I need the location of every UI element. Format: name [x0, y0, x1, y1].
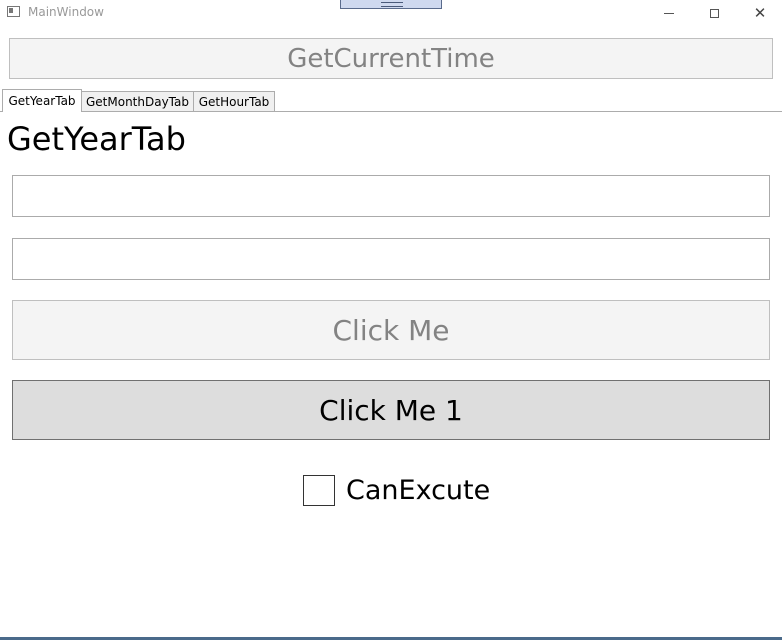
can-execute-label[interactable]: CanExcute [346, 475, 490, 506]
minimize-icon [664, 12, 674, 14]
click-me-1-button[interactable]: Click Me 1 [12, 380, 770, 440]
close-icon: ✕ [753, 4, 767, 22]
tab-strip: GetYearTab GetMonthDayTab GetHourTab [0, 89, 782, 112]
can-execute-checkbox[interactable] [303, 474, 335, 506]
maximize-icon [709, 8, 719, 18]
window-title: MainWindow [28, 5, 104, 19]
maximize-button[interactable] [691, 0, 737, 26]
tab-content-heading: GetYearTab [7, 120, 186, 158]
close-button[interactable]: ✕ [737, 0, 782, 26]
tab-divider [0, 111, 782, 112]
tab-get-month-day[interactable]: GetMonthDayTab [81, 91, 194, 111]
get-current-time-button[interactable]: GetCurrentTime [9, 38, 773, 79]
click-me-button[interactable]: Click Me [12, 300, 770, 360]
text-input-1[interactable] [12, 175, 770, 217]
minimize-button[interactable] [646, 0, 692, 26]
app-window-icon[interactable] [7, 6, 20, 17]
can-execute-checkbox-row[interactable]: CanExcute [303, 474, 490, 506]
title-bar[interactable]: MainWindow ✕ [0, 0, 782, 26]
grip-icon [381, 2, 403, 7]
tab-get-year[interactable]: GetYearTab [2, 89, 82, 112]
dock-grip-handle[interactable] [340, 0, 442, 9]
tab-get-hour[interactable]: GetHourTab [193, 91, 275, 111]
text-input-2[interactable] [12, 238, 770, 280]
